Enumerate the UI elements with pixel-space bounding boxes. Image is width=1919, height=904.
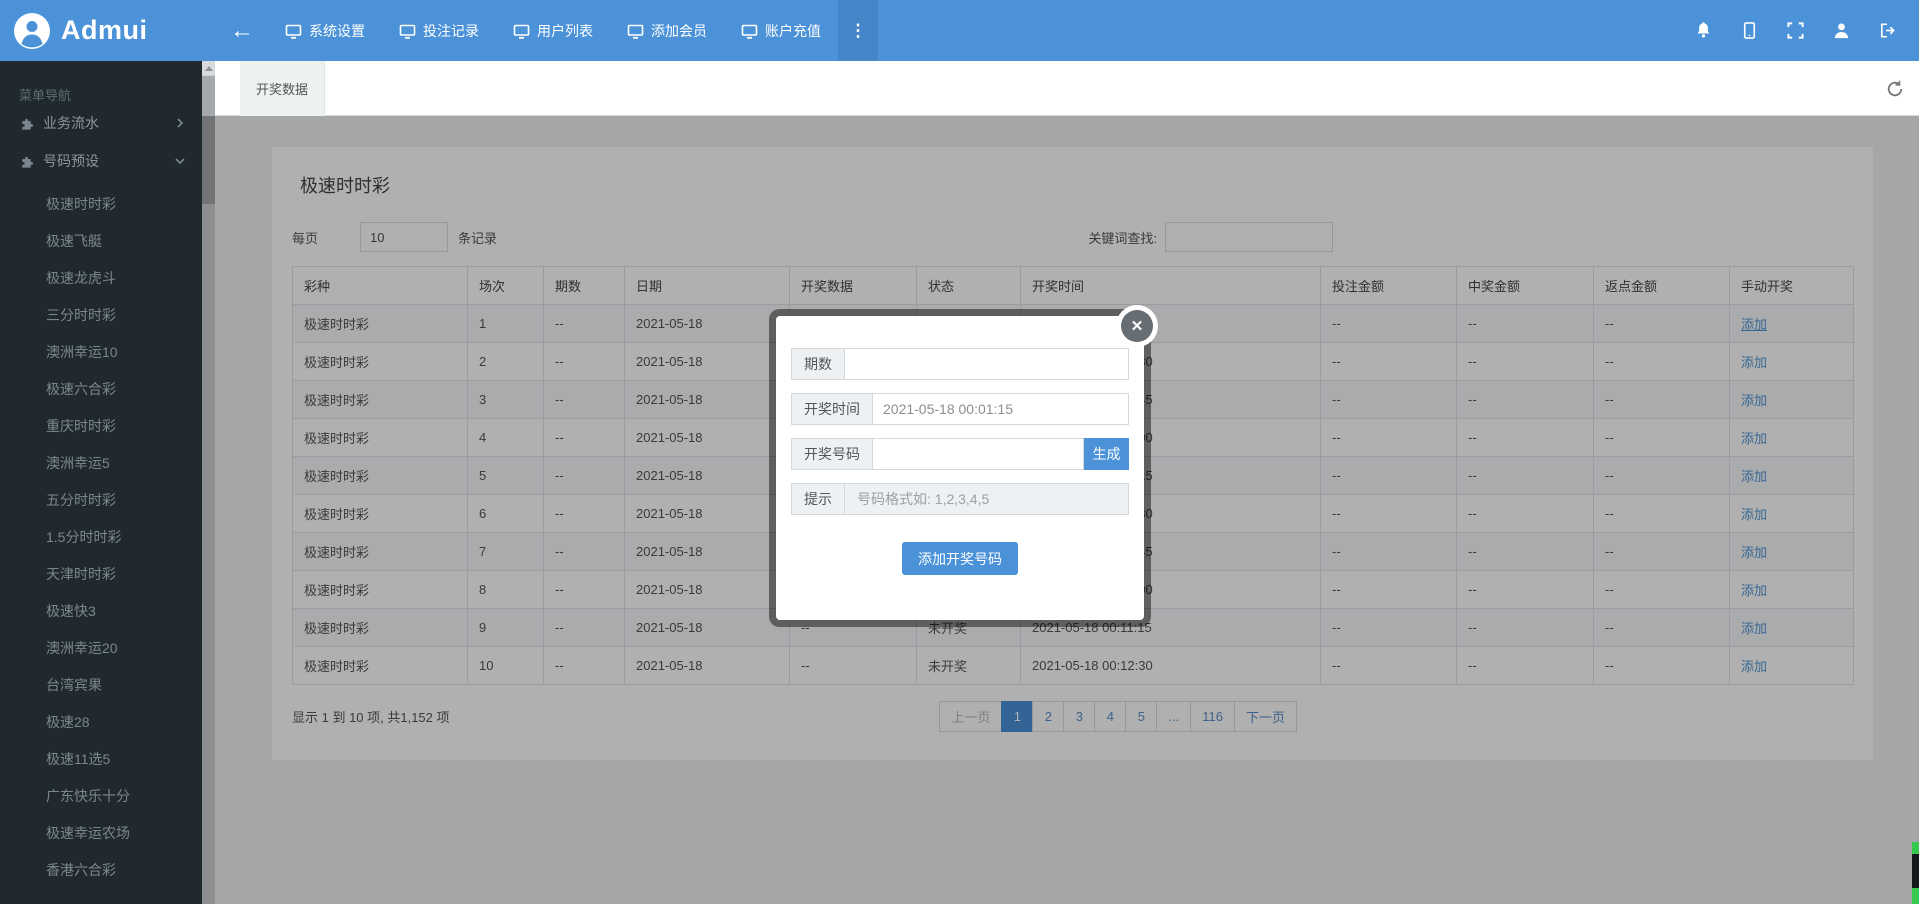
sidebar-group-label: 业务流水 (43, 113, 99, 133)
sidebar-item-五分时时彩[interactable]: 五分时时彩 (0, 482, 202, 519)
back-arrow-icon[interactable]: ← (230, 19, 254, 43)
sidebar-item-广东快乐十分[interactable]: 广东快乐十分 (0, 778, 202, 815)
puzzle-icon (19, 116, 34, 131)
add-result-modal: ✕ 期数 开奖时间 开奖号码 生成 提示 号码格式如: 1,2,3,4,5 添加… (776, 316, 1144, 620)
sidebar-item-1.5分时时彩[interactable]: 1.5分时时彩 (0, 519, 202, 556)
sidebar: 菜单导航 业务流水 号码预设 极速时时彩极速飞艇极速龙虎斗三分时时彩澳洲幸运10… (0, 61, 202, 904)
refresh-icon[interactable] (1884, 78, 1906, 100)
mini-scrollbar-segment (1912, 842, 1919, 854)
issue-number-input[interactable] (844, 348, 1129, 380)
field-hint: 提示 号码格式如: 1,2,3,4,5 (791, 483, 1129, 515)
brand-name: Admui (61, 15, 148, 46)
modal-close-button[interactable]: ✕ (1116, 305, 1158, 347)
chevron-right-icon (175, 118, 185, 128)
nav-item-账户充值[interactable]: 账户充值 (724, 0, 838, 61)
tab-bar: 开奖数据 (215, 61, 1919, 116)
sidebar-item-台湾宾果[interactable]: 台湾宾果 (0, 667, 202, 704)
fullscreen-icon[interactable] (1786, 21, 1805, 40)
mini-scrollbar[interactable] (1912, 842, 1919, 904)
mini-scrollbar-segment (1912, 888, 1919, 904)
sidebar-group-numbers[interactable]: 号码预设 (0, 142, 202, 180)
bell-icon[interactable] (1694, 21, 1713, 40)
sidebar-item-极速快3[interactable]: 极速快3 (0, 593, 202, 630)
sidebar-item-三分时时彩[interactable]: 三分时时彩 (0, 297, 202, 334)
user-icon[interactable] (1832, 21, 1851, 40)
navbar-right-icons (1694, 21, 1919, 40)
top-navbar: Admui ← 系统设置 投注记录 用户列表 添加会员 账户充值 ⋮ (0, 0, 1919, 61)
scrollbar-up-arrow[interactable] (202, 61, 215, 75)
field-draw-time: 开奖时间 (791, 393, 1129, 425)
tab-lottery-data[interactable]: 开奖数据 (240, 61, 325, 116)
draw-time-input[interactable] (872, 393, 1129, 425)
generate-button[interactable]: 生成 (1084, 438, 1129, 470)
sidebar-header: 菜单导航 (0, 61, 202, 104)
sidebar-item-极速飞艇[interactable]: 极速飞艇 (0, 223, 202, 260)
sidebar-item-天津时时彩[interactable]: 天津时时彩 (0, 556, 202, 593)
sidebar-item-澳洲幸运5[interactable]: 澳洲幸运5 (0, 445, 202, 482)
nav-item-label: 账户充值 (765, 21, 821, 41)
sidebar-item-极速幸运农场[interactable]: 极速幸运农场 (0, 815, 202, 852)
monitor-icon (285, 23, 302, 39)
monitor-icon (741, 23, 758, 39)
field-issue-number: 期数 (791, 348, 1129, 380)
sidebar-item-极速龙虎斗[interactable]: 极速龙虎斗 (0, 260, 202, 297)
chevron-down-icon (175, 156, 185, 166)
sidebar-item-重庆时时彩[interactable]: 重庆时时彩 (0, 408, 202, 445)
sidebar-item-极速28[interactable]: 极速28 (0, 704, 202, 741)
nav-item-label: 系统设置 (309, 21, 365, 41)
sidebar-group-label: 号码预设 (43, 151, 99, 171)
monitor-icon (399, 23, 416, 39)
nav-item-label: 添加会员 (651, 21, 707, 41)
monitor-icon (627, 23, 644, 39)
draw-time-label: 开奖时间 (791, 393, 872, 425)
issue-number-label: 期数 (791, 348, 844, 380)
sidebar-group-business[interactable]: 业务流水 (0, 104, 202, 142)
sidebar-item-极速时时彩[interactable]: 极速时时彩 (0, 186, 202, 223)
sidebar-item-香港六合彩[interactable]: 香港六合彩 (0, 852, 202, 889)
hint-text: 号码格式如: 1,2,3,4,5 (844, 483, 1129, 515)
monitor-icon (513, 23, 530, 39)
tablet-icon[interactable] (1740, 21, 1759, 40)
sidebar-subitems: 极速时时彩极速飞艇极速龙虎斗三分时时彩澳洲幸运10极速六合彩重庆时时彩澳洲幸运5… (0, 186, 202, 889)
navbar-menu: 系统设置 投注记录 用户列表 添加会员 账户充值 (268, 0, 838, 61)
draw-numbers-input[interactable] (872, 438, 1084, 470)
sidebar-item-极速六合彩[interactable]: 极速六合彩 (0, 371, 202, 408)
nav-item-添加会员[interactable]: 添加会员 (610, 0, 724, 61)
more-menu-button[interactable]: ⋮ (838, 0, 878, 61)
sidebar-item-澳洲幸运20[interactable]: 澳洲幸运20 (0, 630, 202, 667)
sidebar-item-极速11选5[interactable]: 极速11选5 (0, 741, 202, 778)
brand-logo-icon (13, 12, 51, 50)
add-draw-number-button[interactable]: 添加开奖号码 (902, 542, 1018, 575)
nav-item-label: 用户列表 (537, 21, 593, 41)
draw-numbers-label: 开奖号码 (791, 438, 872, 470)
field-draw-numbers: 开奖号码 生成 (791, 438, 1129, 470)
brand[interactable]: Admui (0, 12, 202, 50)
nav-item-用户列表[interactable]: 用户列表 (496, 0, 610, 61)
logout-icon[interactable] (1878, 21, 1897, 40)
hint-label: 提示 (791, 483, 844, 515)
puzzle-icon (19, 154, 34, 169)
nav-item-系统设置[interactable]: 系统设置 (268, 0, 382, 61)
nav-item-label: 投注记录 (423, 21, 479, 41)
sidebar-item-澳洲幸运10[interactable]: 澳洲幸运10 (0, 334, 202, 371)
nav-item-投注记录[interactable]: 投注记录 (382, 0, 496, 61)
close-icon: ✕ (1121, 310, 1153, 342)
